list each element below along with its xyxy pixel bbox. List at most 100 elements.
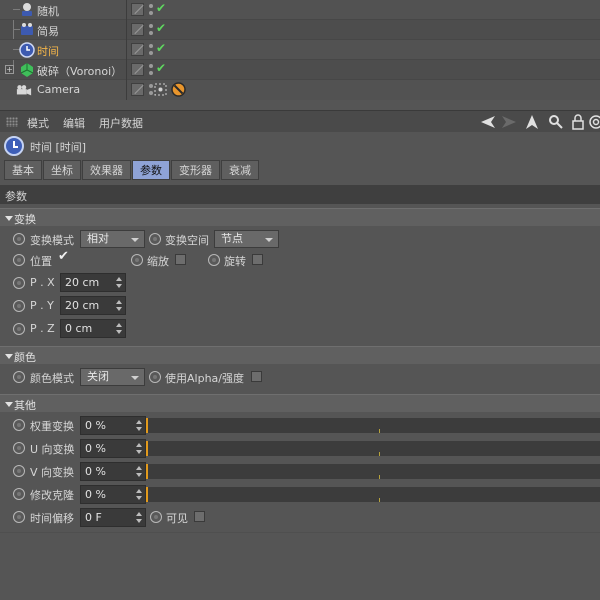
tab-falloff[interactable]: 衰减 xyxy=(221,160,259,180)
animate-dot-icon[interactable] xyxy=(149,371,161,383)
py-input[interactable]: 20 cm xyxy=(60,296,126,315)
stepper-arrows-icon[interactable] xyxy=(136,420,142,431)
new-panel-icon[interactable] xyxy=(588,114,600,130)
tab-parameters[interactable]: 参数 xyxy=(132,160,170,180)
animate-dot-icon[interactable] xyxy=(13,323,25,335)
slider-midpoint-tick xyxy=(379,475,380,479)
tab-coordinates[interactable]: 坐标 xyxy=(43,160,81,180)
use-alpha-checkbox[interactable] xyxy=(251,371,262,382)
camera-target-icon[interactable] xyxy=(154,83,167,96)
time-offset-input[interactable]: 0 F xyxy=(80,508,146,527)
stepper-arrows-icon[interactable] xyxy=(136,512,142,523)
animate-dot-icon[interactable] xyxy=(13,465,25,477)
stepper-arrows-icon[interactable] xyxy=(136,466,142,477)
visibility-dots[interactable] xyxy=(148,63,156,77)
animate-dot-icon[interactable] xyxy=(208,254,220,266)
search-icon[interactable] xyxy=(548,114,564,130)
pz-input[interactable]: 0 cm xyxy=(60,319,126,338)
animate-dot-icon[interactable] xyxy=(131,254,143,266)
enabled-check-icon[interactable]: ✔ xyxy=(156,21,166,35)
enabled-check-icon[interactable]: ✔ xyxy=(156,41,166,55)
object-row-camera[interactable]: Camera xyxy=(0,80,600,100)
layer-toggle[interactable] xyxy=(131,43,144,56)
animate-dot-icon[interactable] xyxy=(13,419,25,431)
slider-track[interactable] xyxy=(146,418,600,433)
tab-basic[interactable]: 基本 xyxy=(4,160,42,180)
stepper-arrows-icon[interactable] xyxy=(136,489,142,500)
stepper-arrows-icon[interactable] xyxy=(116,277,122,288)
expand-toggle-icon[interactable]: + xyxy=(5,65,14,74)
slider-midpoint-tick xyxy=(379,429,380,433)
slider-value-input[interactable]: 0 % xyxy=(80,462,146,481)
stepper-arrows-icon[interactable] xyxy=(116,300,122,311)
object-row-plain[interactable]: 简易 ✔ xyxy=(0,20,600,40)
object-title: 时间 [时间] xyxy=(30,141,87,154)
menu-mode[interactable]: 模式 xyxy=(27,115,49,131)
transform-space-dropdown[interactable]: 节点 xyxy=(214,230,279,248)
layer-toggle[interactable] xyxy=(131,3,144,16)
menu-user-data[interactable]: 用户数据 xyxy=(99,115,143,131)
protection-tag-icon[interactable] xyxy=(171,82,186,97)
animate-dot-icon[interactable] xyxy=(150,511,162,523)
tab-deformer[interactable]: 变形器 xyxy=(171,160,220,180)
enabled-check-icon[interactable]: ✔ xyxy=(156,1,166,15)
lock-icon[interactable] xyxy=(570,114,586,130)
animate-dot-icon[interactable] xyxy=(13,233,25,245)
menu-edit[interactable]: 编辑 xyxy=(63,115,85,131)
animate-dot-icon[interactable] xyxy=(149,233,161,245)
px-input[interactable]: 20 cm xyxy=(60,273,126,292)
visibility-dots[interactable] xyxy=(148,3,156,17)
group-title: 变换 xyxy=(14,213,36,226)
stepper-arrows-icon[interactable] xyxy=(116,323,122,334)
px-value: 20 cm xyxy=(65,276,100,289)
rotation-checkbox[interactable] xyxy=(252,254,263,265)
group-header-transform[interactable]: 变换 xyxy=(0,208,600,226)
slider-track[interactable] xyxy=(146,464,600,479)
stepper-arrows-icon[interactable] xyxy=(136,443,142,454)
panel-grip-icon[interactable] xyxy=(6,117,18,127)
slider-track[interactable] xyxy=(146,487,600,502)
plain-effector-icon xyxy=(21,23,33,35)
panel-divider xyxy=(0,532,600,533)
slider-track[interactable] xyxy=(146,441,600,456)
enabled-check-icon[interactable]: ✔ xyxy=(156,61,166,75)
cursor-up-icon[interactable] xyxy=(524,114,540,130)
scale-checkbox[interactable] xyxy=(175,254,186,265)
slider-value-input[interactable]: 0 % xyxy=(80,439,146,458)
color-mode-dropdown[interactable]: 关闭 xyxy=(80,368,145,386)
transform-mode-dropdown[interactable]: 相对 xyxy=(80,230,145,248)
visible-label: 可见 xyxy=(166,512,188,525)
voronoi-fracture-icon xyxy=(20,63,34,77)
slider-fill xyxy=(146,464,148,479)
animate-dot-icon[interactable] xyxy=(13,442,25,454)
slider-value-input[interactable]: 0 % xyxy=(80,416,146,435)
tab-bar: 基本 坐标 效果器 参数 变形器 衰减 xyxy=(4,160,259,180)
layer-toggle[interactable] xyxy=(131,83,144,96)
visibility-dots[interactable] xyxy=(148,23,156,37)
animate-dot-icon[interactable] xyxy=(13,277,25,289)
layer-toggle[interactable] xyxy=(131,63,144,76)
visible-checkbox[interactable] xyxy=(194,511,205,522)
object-row-voronoi[interactable]: + 破碎（Voronoi） ✔ xyxy=(0,60,600,80)
animate-dot-icon[interactable] xyxy=(13,254,25,266)
object-row-time[interactable]: 时间 ✔ xyxy=(0,40,600,60)
position-checkbox[interactable]: ✔ xyxy=(58,249,72,266)
time-effector-icon xyxy=(19,42,35,58)
group-header-other[interactable]: 其他 xyxy=(0,394,600,412)
forward-arrow-icon[interactable] xyxy=(501,114,517,130)
visibility-dots[interactable] xyxy=(148,43,156,57)
tab-effector[interactable]: 效果器 xyxy=(82,160,131,180)
object-row-random[interactable]: 随机 ✔ xyxy=(0,0,600,20)
group-header-color[interactable]: 颜色 xyxy=(0,346,600,364)
pz-value: 0 cm xyxy=(65,322,93,335)
slider-value-input[interactable]: 0 % xyxy=(80,485,146,504)
animate-dot-icon[interactable] xyxy=(13,300,25,312)
object-label: 简易 xyxy=(37,25,59,38)
group-title: 颜色 xyxy=(14,351,36,364)
layer-toggle[interactable] xyxy=(131,23,144,36)
back-arrow-icon[interactable] xyxy=(480,114,496,130)
animate-dot-icon[interactable] xyxy=(13,511,25,523)
animate-dot-icon[interactable] xyxy=(13,371,25,383)
animate-dot-icon[interactable] xyxy=(13,488,25,500)
time-effector-icon xyxy=(4,136,24,156)
